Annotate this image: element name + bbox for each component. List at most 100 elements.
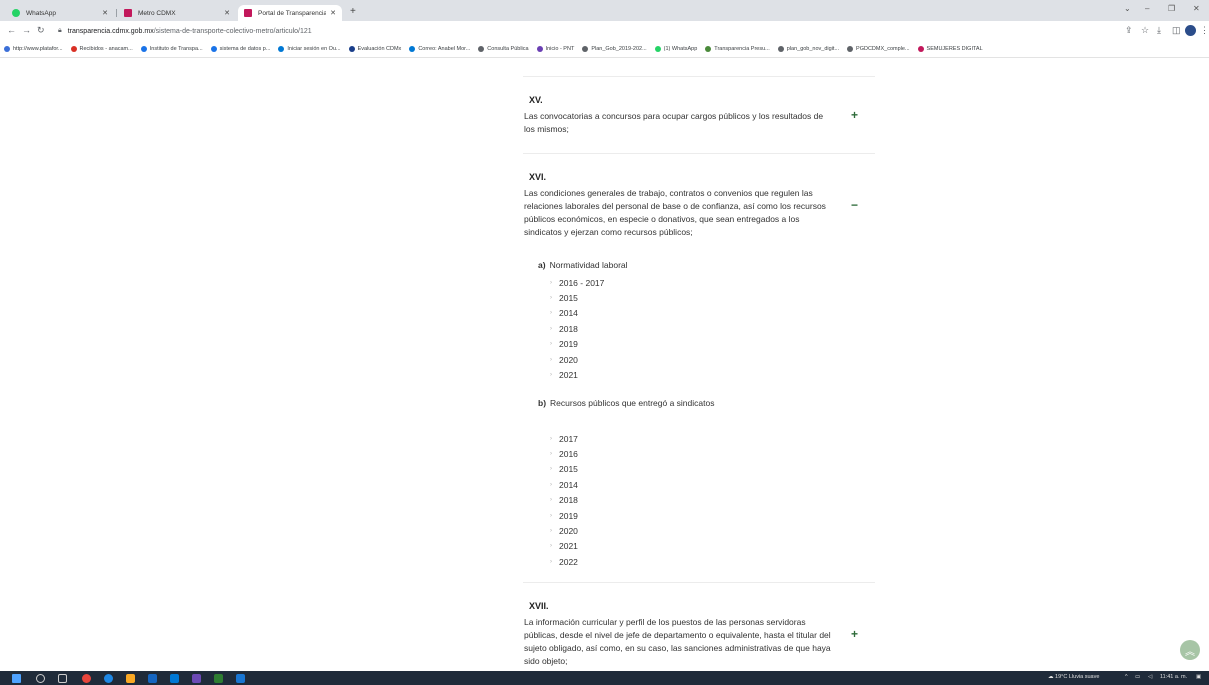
bookmark-label: http://www.platafor... [13,46,63,52]
year-label: 2022 [559,556,578,567]
share-icon[interactable]: ⇪ [1125,25,1133,36]
weather-text: 19°C Lluvia suave [1055,674,1100,680]
profile-avatar[interactable] [1185,25,1196,36]
bookmark-item[interactable]: Plan_Gob_2019-202... [582,46,647,52]
volume-icon[interactable]: ◁ [1148,674,1152,680]
year-link[interactable]: › 2022 [550,554,578,569]
section-xv-expand-icon[interactable]: + [851,108,858,122]
side-panel-icon[interactable]: ◫ [1172,25,1181,36]
year-link[interactable]: › 2014 [550,477,578,492]
mail-icon[interactable] [170,674,179,683]
chevron-right-icon: › [550,279,552,286]
bookmark-item[interactable]: Transparencia Presu... [705,46,770,52]
section-xvi-collapse-icon[interactable]: − [851,198,858,212]
year-link[interactable]: › 2021 [550,367,604,382]
bookmark-item[interactable]: SEMUJERES DIGITAL [917,46,983,52]
bookmark-item[interactable]: Instituto de Transpa... [140,46,203,52]
year-link[interactable]: › 2021 [550,539,578,554]
window-close-icon[interactable]: ✕ [1193,4,1200,13]
url-path: /sistema-de-transporte-colectivo-metro/a… [153,27,312,35]
chevron-right-icon: › [550,558,552,565]
network-icon[interactable]: ▭ [1135,674,1140,680]
year-link[interactable]: › 2020 [550,352,604,367]
tab-portal-transparencia[interactable]: Portal de Transparencia de la CD ✕ [238,5,342,21]
browser-tab-strip: WhatsApp ✕ Metro CDMX ✕ Portal de Transp… [0,0,1209,21]
teams-icon[interactable] [192,674,201,683]
tray-chevron-icon[interactable]: ^ [1125,674,1128,680]
edge-icon[interactable] [104,674,113,683]
bookmark-item[interactable]: PGDCDMX_comple... [847,46,910,52]
bookmark-label: PGDCDMX_comple... [856,46,910,52]
notifications-icon[interactable]: ▣ [1196,674,1201,680]
chevron-right-icon: › [550,341,552,348]
bookmark-item[interactable]: Consulta Pública [478,46,529,52]
kebab-menu-icon[interactable]: ⋮ [1200,25,1209,36]
year-link[interactable]: › 2019 [550,337,604,352]
bookmark-label: Instituto de Transpa... [149,46,203,52]
weather-widget[interactable]: ☁ 19°C Lluvia suave [1048,674,1099,680]
year-link[interactable]: › 2015 [550,290,604,305]
tab-whatsapp[interactable]: WhatsApp ✕ [6,5,114,21]
chevron-right-icon: › [550,466,552,473]
bookmark-item[interactable]: sistema de datos p... [210,46,270,52]
year-link[interactable]: › 2020 [550,523,578,538]
reload-icon[interactable]: ↻ [37,25,45,36]
year-label: 2019 [559,510,578,521]
chevron-right-icon: › [550,372,552,379]
year-label: 2016 - 2017 [559,277,605,288]
close-icon[interactable]: ✕ [224,9,230,17]
bookmark-item[interactable]: http://www.platafor... [4,46,63,52]
section-xv-text[interactable]: Las convocatorias a concursos para ocupa… [524,110,834,136]
year-label: 2015 [559,293,578,304]
bookmark-item[interactable]: Recibidos - anacam... [70,46,133,52]
outlook-icon[interactable] [236,674,245,683]
file-explorer-icon[interactable] [126,674,135,683]
chevron-right-icon: › [550,543,552,550]
year-link[interactable]: › 2017 [550,431,578,446]
excel-icon[interactable] [214,674,223,683]
year-link[interactable]: › 2014 [550,306,604,321]
bookmark-item[interactable]: Inicio - PNT [536,46,574,52]
bookmark-item[interactable]: Evaluación CDMx [348,46,401,52]
back-arrow-icon[interactable]: ← [7,25,16,35]
portal-favicon-icon [244,9,252,17]
subsection-title: Recursos públicos que entregó a sindicat… [550,398,715,408]
minimize-icon[interactable]: – [1145,4,1149,13]
year-link[interactable]: › 2016 [550,446,578,461]
section-xvii-text[interactable]: La información curricular y perfil de lo… [524,616,834,668]
section-xvi-text[interactable]: Las condiciones generales de trabajo, co… [524,187,834,239]
bookmark-item[interactable]: plan_gob_nov_digit... [777,46,839,52]
bookmark-item[interactable]: (1) WhatsApp [654,46,697,52]
bookmark-favicon-icon [4,46,10,52]
year-link[interactable]: › 2018 [550,493,578,508]
word-icon[interactable] [148,674,157,683]
close-icon[interactable]: ✕ [330,9,336,17]
windows-start-icon[interactable] [12,674,21,683]
year-label: 2020 [559,526,578,537]
download-icon[interactable]: ⤓ [1157,25,1161,36]
year-label: 2017 [559,433,578,444]
tab-search-chevron-icon[interactable]: ⌄ [1124,4,1131,13]
chevron-right-icon: › [550,528,552,535]
year-link[interactable]: › 2018 [550,321,604,336]
forward-arrow-icon[interactable]: → [22,25,31,35]
chrome-icon[interactable] [82,674,91,683]
bookmark-item[interactable]: Correo: Anabel Mor... [409,46,470,52]
scroll-to-top-button[interactable]: ︽ [1180,640,1200,660]
lock-icon: 🔒︎ [58,27,62,34]
restore-icon[interactable]: ❐ [1168,4,1175,13]
search-icon[interactable] [36,674,45,683]
tab-metro-cdmx[interactable]: Metro CDMX ✕ [118,5,236,21]
address-bar[interactable]: 🔒︎ transparencia.cdmx.gob.mx /sistema-de… [58,25,312,37]
section-xvii-expand-icon[interactable]: + [851,627,858,641]
close-icon[interactable]: ✕ [102,9,108,17]
bookmark-item[interactable]: Iniciar sesión en Ou... [278,46,341,52]
year-link[interactable]: › 2016 - 2017 [550,275,604,290]
chevron-right-icon: › [550,325,552,332]
task-view-icon[interactable] [58,674,67,683]
clock[interactable]: 11:41 a. m. [1160,674,1187,680]
new-tab-icon[interactable]: + [350,6,356,17]
year-link[interactable]: › 2015 [550,462,578,477]
bookmark-star-icon[interactable]: ☆ [1141,25,1149,36]
year-link[interactable]: › 2019 [550,508,578,523]
